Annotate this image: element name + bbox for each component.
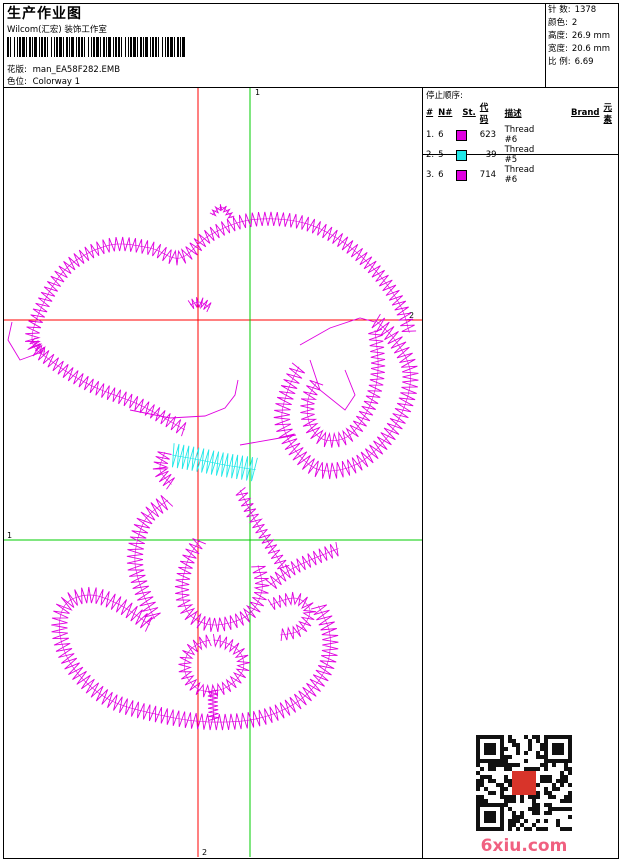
collar-left [152,451,175,490]
stats-divider [545,3,546,88]
page-title: 生产作业图 [7,6,82,22]
table-row: 3. 6 714 Thread #6 [426,165,535,185]
table-row: 1. 6 623 Thread #6 [426,125,535,145]
col-stitch: St. [462,108,476,118]
colorway-label: 色位: [7,77,27,87]
stat-colors: 颜色: 2 [548,18,578,28]
panel-divider [422,87,423,858]
col-index: # [426,108,434,118]
embroidery-stitches [7,204,419,731]
leg-left-run [59,594,331,723]
head-outline [24,211,417,437]
watermark: 6xiu.com [476,735,572,856]
green-v-axis-label: 1 [255,88,260,97]
arm-right [235,487,290,570]
table-row: 2. 5 39 Thread #5 [426,145,535,165]
ear-detail [299,317,376,346]
col-desc: 描述 [504,109,522,119]
col-needle: N# [438,108,453,118]
thread-table: # N# St. 代码 描述 Brand 元素 1. 6 623 Thread … [424,101,620,185]
stop-sequence-label: 停止顺序: [426,91,463,101]
col-element: 元素 [603,103,613,125]
axis-lines [4,88,422,857]
seal-stamp [512,771,536,795]
col-brand: Brand [570,108,600,118]
design-line: 花版: man_EA58F282.EMB [7,63,120,75]
ear-top-run [211,206,233,218]
color-swatch [456,149,468,161]
watermark-site: 6xiu.com [480,836,568,856]
stats-block: 针 数: 1378 颜色: 2 高度: 26.9 mm 宽度: 20.6 mm 比 例:… [548,4,610,69]
collar-line [239,434,297,446]
colorway-line: 色位: Colorway 1 [7,75,80,87]
stat-stitches: 针 数: 1378 [548,5,597,15]
stat-height: 高度: 26.9 mm [548,31,611,41]
design-name: man_EA58F282.EMB [32,65,121,75]
red-v-axis-label: 2 [202,848,207,857]
ear-inner-run [306,329,379,442]
color-swatch [456,169,468,181]
stat-scale: 比 例: 6.69 [548,57,594,67]
hand-right [265,542,339,589]
col-code: 代码 [479,103,489,125]
qr-code [476,735,572,831]
ear-detail-2 [309,359,356,411]
ear-outer [273,313,419,480]
thread-table-header: # N# St. 代码 描述 Brand 元素 [424,101,620,125]
hand-right-run [269,548,339,586]
green-h-axis-label: 1 [7,531,12,540]
leg-left [51,586,339,731]
design-label: 花版: [7,65,27,75]
red-h-axis-label: 2 [409,311,414,320]
barcode [7,37,185,57]
stat-width: 宽度: 20.6 mm [548,44,611,54]
design-canvas: 1 1 2 2 [4,88,422,857]
colorway-name: Colorway 1 [32,77,81,87]
body-inner [174,538,270,633]
collar [171,443,258,482]
belly-circle [178,633,250,698]
studio-name: Wilcom(汇宏) 装饰工作室 [7,25,107,35]
color-swatch [456,129,468,141]
